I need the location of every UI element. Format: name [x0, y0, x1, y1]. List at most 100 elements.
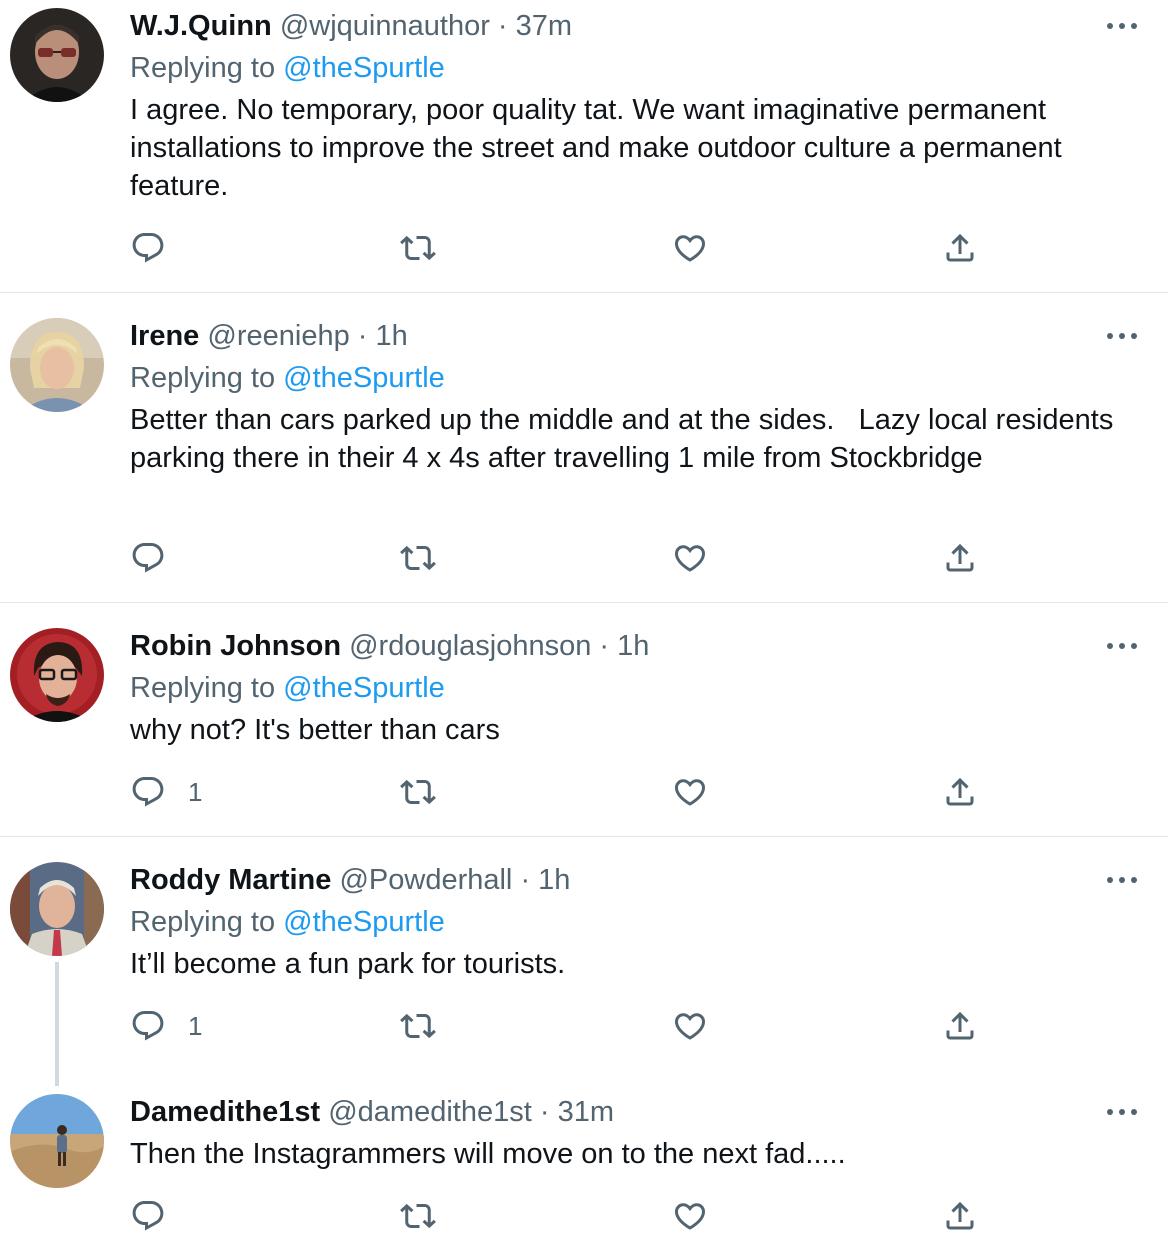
- tweet[interactable]: W.J.Quinn @wjquinnauthor · 37m Replying …: [0, 0, 1168, 292]
- user-handle[interactable]: @Powderhall: [339, 864, 512, 896]
- display-name[interactable]: W.J.Quinn: [130, 10, 272, 42]
- mention-link[interactable]: @theSpurtle: [283, 906, 445, 938]
- like-button[interactable]: [672, 772, 708, 812]
- more-icon: [1107, 333, 1137, 339]
- reply-count: 1: [188, 1010, 203, 1041]
- share-button[interactable]: [942, 1006, 978, 1046]
- display-name[interactable]: Robin Johnson: [130, 630, 341, 662]
- tweet[interactable]: Robin Johnson @rdouglasjohnson · 1h Repl…: [0, 620, 1168, 836]
- heart-icon: [674, 235, 706, 262]
- mention-link[interactable]: @theSpurtle: [283, 52, 445, 84]
- heart-icon: [674, 779, 706, 806]
- reply-button[interactable]: [130, 228, 188, 268]
- avatar[interactable]: [10, 628, 104, 722]
- heart-icon: [674, 1013, 706, 1040]
- timestamp[interactable]: 1h: [538, 864, 570, 896]
- reply-icon: [132, 777, 164, 807]
- avatar[interactable]: [10, 8, 104, 102]
- reply-button[interactable]: 1: [130, 772, 202, 812]
- like-button[interactable]: [672, 538, 708, 578]
- timestamp[interactable]: 37m: [516, 10, 572, 42]
- reply-icon: [132, 1011, 164, 1041]
- user-handle[interactable]: @wjquinnauthor: [280, 10, 490, 42]
- replying-to-label: Replying to: [130, 906, 284, 938]
- tweet-text: I agree. No temporary, poor quality tat.…: [130, 94, 1070, 202]
- tweet-text: Then the Instagrammers will move on to t…: [130, 1138, 846, 1170]
- tweet[interactable]: Irene @reeniehp · 1h Replying to @theSpu…: [0, 310, 1168, 602]
- tweet-text: Better than cars parked up the middle an…: [130, 404, 1122, 474]
- separator-dot: ·: [489, 10, 516, 42]
- heart-icon: [674, 1203, 706, 1230]
- separator-dot: ·: [531, 1096, 558, 1128]
- more-options-button[interactable]: [1104, 638, 1140, 654]
- avatar[interactable]: [10, 1094, 104, 1188]
- tweet[interactable]: Damedithe1st @damedithe1st · 31m Then th…: [0, 1086, 1168, 1260]
- tweet[interactable]: Roddy Martine @Powderhall · 1h Replying …: [0, 854, 1168, 1086]
- separator-dot: ·: [349, 320, 376, 352]
- timestamp[interactable]: 1h: [617, 630, 649, 662]
- timestamp[interactable]: 31m: [558, 1096, 614, 1128]
- retweet-button[interactable]: [400, 1196, 436, 1236]
- retweet-button[interactable]: [400, 1006, 436, 1046]
- replying-to-label: Replying to: [130, 52, 284, 84]
- more-options-button[interactable]: [1104, 328, 1140, 344]
- share-icon: [946, 1011, 974, 1040]
- heart-icon: [674, 545, 706, 572]
- retweet-button[interactable]: [400, 228, 436, 268]
- timestamp[interactable]: 1h: [375, 320, 407, 352]
- share-icon: [946, 777, 974, 806]
- tweet-actions: 1: [0, 772, 1168, 812]
- more-icon: [1107, 23, 1137, 29]
- share-icon: [946, 543, 974, 572]
- retweet-icon: [400, 235, 436, 261]
- separator-dot: ·: [512, 864, 539, 896]
- user-handle[interactable]: @rdouglasjohnson: [349, 630, 591, 662]
- share-icon: [946, 233, 974, 262]
- display-name[interactable]: Roddy Martine: [130, 864, 331, 896]
- share-button[interactable]: [942, 1196, 978, 1236]
- like-button[interactable]: [672, 1006, 708, 1046]
- share-icon: [946, 1201, 974, 1230]
- divider: [0, 836, 1168, 837]
- share-button[interactable]: [942, 772, 978, 812]
- user-handle[interactable]: @reeniehp: [207, 320, 349, 352]
- more-icon: [1107, 877, 1137, 883]
- separator-dot: ·: [591, 630, 618, 662]
- mention-link[interactable]: @theSpurtle: [283, 672, 445, 704]
- mention-link[interactable]: @theSpurtle: [283, 362, 445, 394]
- reply-count: 1: [188, 776, 203, 807]
- retweet-button[interactable]: [400, 772, 436, 812]
- reply-button[interactable]: [130, 538, 188, 578]
- more-options-button[interactable]: [1104, 1104, 1140, 1120]
- more-options-button[interactable]: [1104, 18, 1140, 34]
- reply-button[interactable]: 1: [130, 1006, 202, 1046]
- share-button[interactable]: [942, 228, 978, 268]
- like-button[interactable]: [672, 1196, 708, 1236]
- tweet-actions: [0, 538, 1168, 578]
- more-icon: [1107, 1109, 1137, 1115]
- share-button[interactable]: [942, 538, 978, 578]
- retweet-button[interactable]: [400, 538, 436, 578]
- like-button[interactable]: [672, 228, 708, 268]
- reply-icon: [132, 543, 164, 573]
- tweet-actions: [0, 1196, 1168, 1236]
- reply-icon: [132, 233, 164, 263]
- avatar[interactable]: [10, 862, 104, 956]
- retweet-icon: [400, 779, 436, 805]
- retweet-icon: [400, 1013, 436, 1039]
- retweet-icon: [400, 545, 436, 571]
- reply-button[interactable]: [130, 1196, 188, 1236]
- avatar[interactable]: [10, 318, 104, 412]
- display-name[interactable]: Irene: [130, 320, 199, 352]
- tweet-text: why not? It's better than cars: [130, 714, 500, 746]
- replying-to-label: Replying to: [130, 362, 284, 394]
- tweet-actions: [0, 228, 1168, 268]
- tweet-actions: 1: [0, 1006, 1168, 1046]
- reply-icon: [132, 1201, 164, 1231]
- display-name[interactable]: Damedithe1st: [130, 1096, 320, 1128]
- user-handle[interactable]: @damedithe1st: [328, 1096, 532, 1128]
- tweet-text: It’ll become a fun park for tourists.: [130, 948, 566, 980]
- divider: [0, 602, 1168, 603]
- replying-to-label: Replying to: [130, 672, 284, 704]
- more-options-button[interactable]: [1104, 872, 1140, 888]
